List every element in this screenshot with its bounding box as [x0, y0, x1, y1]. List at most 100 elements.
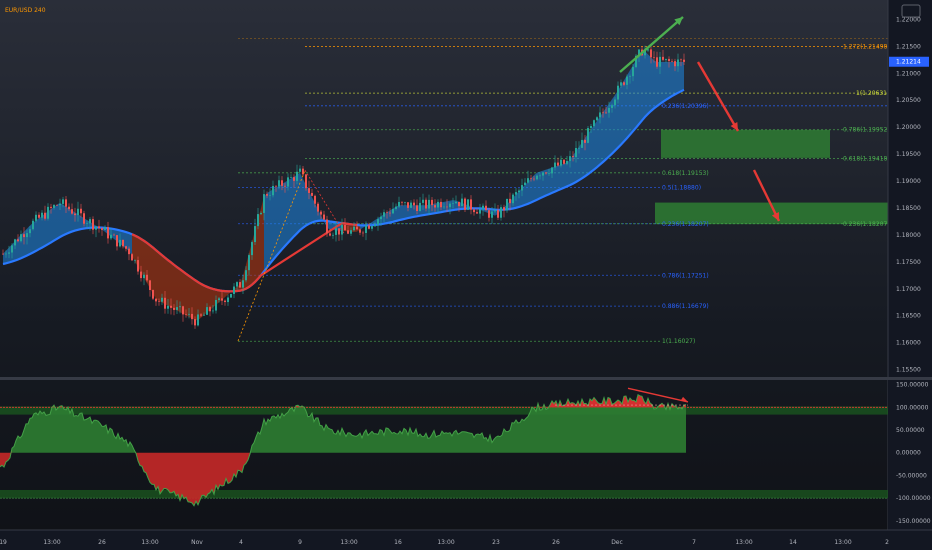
candle-body[interactable] [302, 168, 304, 175]
candle-body[interactable] [377, 219, 379, 225]
candle-body[interactable] [107, 227, 109, 239]
candle-body[interactable] [482, 205, 484, 210]
candle-body[interactable] [659, 56, 661, 67]
candle-body[interactable] [626, 76, 628, 85]
candle-body[interactable] [296, 171, 298, 181]
candle-body[interactable] [596, 117, 598, 121]
candle-body[interactable] [497, 210, 499, 218]
candle-body[interactable] [476, 212, 478, 214]
candle-body[interactable] [587, 128, 589, 143]
candle-body[interactable] [347, 230, 349, 234]
candle-body[interactable] [44, 212, 46, 219]
candle-body[interactable] [371, 226, 373, 229]
candle-body[interactable] [527, 178, 529, 183]
candle-body[interactable] [185, 314, 187, 316]
candle-body[interactable] [113, 234, 115, 236]
candle-body[interactable] [629, 76, 631, 77]
candle-body[interactable] [230, 293, 232, 298]
candle-body[interactable] [152, 290, 154, 299]
candle-body[interactable] [146, 274, 148, 281]
candle-body[interactable] [362, 232, 364, 234]
candle-body[interactable] [554, 162, 556, 168]
candle-body[interactable] [74, 213, 76, 216]
candle-body[interactable] [479, 209, 481, 214]
candle-body[interactable] [380, 216, 382, 220]
candle-body[interactable] [653, 57, 655, 58]
candle-body[interactable] [8, 252, 10, 254]
candle-body[interactable] [41, 212, 43, 218]
candle-body[interactable] [572, 156, 574, 158]
candle-body[interactable] [557, 162, 559, 166]
pane-separator[interactable] [0, 377, 932, 380]
candle-body[interactable] [59, 203, 61, 206]
candle-body[interactable] [443, 206, 445, 208]
candle-body[interactable] [56, 205, 58, 206]
candle-body[interactable] [398, 201, 400, 207]
candle-body[interactable] [665, 58, 667, 60]
candle-body[interactable] [176, 307, 178, 310]
candle-body[interactable] [560, 159, 562, 166]
demand-zone-upper[interactable] [661, 129, 830, 158]
candle-body[interactable] [290, 177, 292, 178]
candle-body[interactable] [551, 167, 553, 174]
candle-body[interactable] [242, 280, 244, 288]
candle-body[interactable] [590, 126, 592, 129]
candle-body[interactable] [524, 182, 526, 186]
candle-body[interactable] [542, 172, 544, 176]
candle-body[interactable] [449, 203, 451, 208]
candle-body[interactable] [602, 112, 604, 114]
candle-body[interactable] [473, 209, 475, 213]
candle-body[interactable] [197, 314, 199, 326]
candle-body[interactable] [485, 205, 487, 211]
candle-body[interactable] [365, 225, 367, 233]
candle-body[interactable] [17, 239, 19, 242]
candle-body[interactable] [584, 139, 586, 143]
candle-body[interactable] [506, 198, 508, 211]
candle-body[interactable] [89, 219, 91, 224]
candle-body[interactable] [2, 253, 4, 255]
candle-body[interactable] [125, 246, 127, 249]
candle-body[interactable] [392, 208, 394, 214]
candle-body[interactable] [422, 199, 424, 203]
candle-body[interactable] [218, 298, 220, 301]
candle-body[interactable] [410, 202, 412, 208]
candle-body[interactable] [683, 59, 685, 62]
candle-body[interactable] [455, 201, 457, 204]
candle-body[interactable] [512, 194, 514, 204]
candle-body[interactable] [416, 205, 418, 212]
candle-body[interactable] [200, 314, 202, 316]
candle-body[interactable] [170, 305, 172, 308]
candle-body[interactable] [35, 214, 37, 221]
candle-body[interactable] [521, 185, 523, 191]
candle-body[interactable] [617, 85, 619, 100]
candle-body[interactable] [650, 49, 652, 58]
candle-body[interactable] [137, 260, 139, 272]
candle-body[interactable] [203, 314, 205, 316]
trading-chart[interactable]: 0.236(1.18207) 0.5(1.18880) 0.618(1.19153)… [0, 0, 932, 550]
candle-body[interactable] [224, 300, 226, 303]
candle-body[interactable] [5, 253, 7, 255]
candle-body[interactable] [131, 254, 133, 261]
candle-body[interactable] [104, 227, 106, 230]
candle-body[interactable] [413, 202, 415, 206]
candle-body[interactable] [284, 185, 286, 187]
candle-body[interactable] [383, 212, 385, 217]
candle-body[interactable] [632, 66, 634, 77]
candle-body[interactable] [29, 229, 31, 234]
candle-body[interactable] [470, 199, 472, 210]
candle-body[interactable] [533, 178, 535, 180]
candle-body[interactable] [395, 206, 397, 209]
candle-body[interactable] [221, 298, 223, 301]
candle-body[interactable] [47, 206, 49, 219]
candle-body[interactable] [680, 59, 682, 61]
candle-body[interactable] [83, 213, 85, 224]
candle-body[interactable] [92, 219, 94, 230]
candle-body[interactable] [128, 248, 130, 255]
candle-body[interactable] [374, 224, 376, 227]
candle-body[interactable] [143, 274, 145, 279]
candle-body[interactable] [353, 226, 355, 231]
candle-body[interactable] [110, 234, 112, 239]
candle-body[interactable] [23, 234, 25, 238]
candle-body[interactable] [119, 239, 121, 247]
candle-body[interactable] [266, 194, 268, 196]
